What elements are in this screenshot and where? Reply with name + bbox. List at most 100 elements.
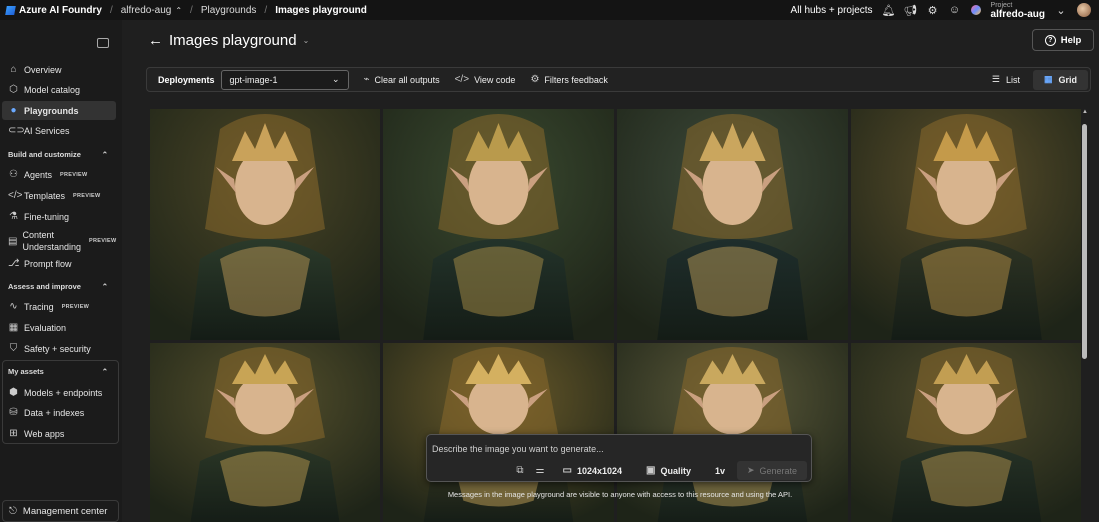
sidebar-item-overview[interactable]: ⌂ Overview <box>2 60 116 79</box>
sidebar-item-tracing[interactable]: ∿ Tracing PREVIEW <box>2 297 116 316</box>
section-assess-improve[interactable]: Assess and improve ⌃ <box>8 282 108 291</box>
scroll-up-icon[interactable]: ▲ <box>1082 109 1088 115</box>
generated-image[interactable] <box>383 109 614 340</box>
sidebar-item-label: Tracing <box>24 301 54 312</box>
chevron-down-icon[interactable]: ⌄ <box>1055 4 1067 17</box>
sidebar-collapse-icon[interactable] <box>97 38 109 48</box>
generated-image[interactable] <box>150 343 380 522</box>
avatar[interactable] <box>1077 3 1091 17</box>
sidebar-item-fine-tuning[interactable]: ⚗ Fine-tuning <box>2 207 116 226</box>
scroll-thumb[interactable] <box>1082 124 1087 359</box>
sidebar-item-safety[interactable]: ⛉ Safety + security <box>2 339 116 358</box>
size-selector[interactable]: ▭ 1024x1024 <box>563 465 623 476</box>
app-name: Azure AI Foundry <box>19 4 102 16</box>
clear-outputs-label: Clear all outputs <box>374 74 440 85</box>
list-label: List <box>1005 74 1020 85</box>
quality-label: Quality <box>660 465 691 476</box>
breadcrumb-playgrounds[interactable]: Playgrounds <box>201 5 257 16</box>
chevron-updown-icon: ⌃ <box>175 5 183 15</box>
webapp-icon: ⊞ <box>9 428 18 439</box>
top-right-controls: All hubs + projects 🔔︎ 📢︎ ⚙ ☺ Project al… <box>791 1 1099 20</box>
azure-logo-icon <box>5 5 16 15</box>
view-code-button[interactable]: </> View code <box>455 74 516 85</box>
gallery-scrollbar[interactable]: ▲ <box>1081 109 1089 522</box>
app-logo[interactable]: Azure AI Foundry <box>0 5 102 16</box>
code-icon: </> <box>8 190 23 201</box>
list-icon: ☰ <box>991 74 1000 84</box>
sidebar: ⌂ Overview ⬡ Model catalog ● Playgrounds… <box>0 20 122 522</box>
gear-icon[interactable]: ⚙ <box>927 4 939 17</box>
generated-image[interactable] <box>617 109 848 340</box>
generated-image[interactable] <box>150 109 380 340</box>
breadcrumb-separator: / <box>109 4 113 16</box>
project-name: alfredo-aug <box>990 9 1045 20</box>
view-toggle: ☰ List ▦ Grid <box>981 69 1088 90</box>
megaphone-icon[interactable]: 📢︎ <box>904 4 918 17</box>
sidebar-item-label: Overview <box>24 64 62 75</box>
sidebar-item-label: Evaluation <box>24 322 67 333</box>
generated-image[interactable] <box>851 343 1081 522</box>
sidebar-item-label: Safety + security <box>24 343 91 354</box>
toolbar: Deployments gpt-image-1 ⌄ ⌁ Clear all ou… <box>146 67 1091 92</box>
section-my-assets[interactable]: My assets ⌃ <box>8 367 108 376</box>
sidebar-item-label: Prompt flow <box>24 258 72 269</box>
settings-sliders-icon[interactable]: ⚌ <box>536 465 545 476</box>
copilot-icon[interactable] <box>970 5 981 15</box>
sidebar-item-label: Templates <box>24 190 66 201</box>
models-icon: ⬢ <box>9 387 18 398</box>
flow-icon: ⎇ <box>8 258 20 269</box>
breadcrumb-current: Images playground <box>275 4 367 16</box>
all-hubs-link[interactable]: All hubs + projects <box>791 5 873 16</box>
page-title-text: Images playground <box>169 32 297 49</box>
sidebar-item-models-endpoints[interactable]: ⬢ Models + endpoints <box>2 383 116 402</box>
sidebar-item-prompt-flow[interactable]: ⎇ Prompt flow <box>2 254 116 273</box>
quality-selector[interactable]: ▣ Quality <box>646 465 691 476</box>
bell-icon[interactable]: 🔔︎ <box>882 4 896 17</box>
image-edit-icon[interactable]: ⧉ <box>516 465 523 476</box>
grid-view-button[interactable]: ▦ Grid <box>1032 69 1088 90</box>
sidebar-item-web-apps[interactable]: ⊞ Web apps <box>2 424 116 443</box>
management-center-button[interactable]: ⎋ Management center <box>2 500 119 522</box>
section-build-customize[interactable]: Build and customize ⌃ <box>8 150 108 159</box>
sidebar-item-agents[interactable]: ⚇ Agents PREVIEW <box>2 165 116 184</box>
sidebar-item-model-catalog[interactable]: ⬡ Model catalog <box>2 80 116 99</box>
breadcrumb-separator: / <box>190 4 193 16</box>
chevron-down-icon[interactable]: ⌄ <box>303 36 310 45</box>
project-selector[interactable]: Project alfredo-aug <box>990 1 1045 20</box>
generated-image[interactable] <box>851 109 1081 340</box>
sidebar-item-label: Web apps <box>24 428 65 439</box>
filters-feedback-button[interactable]: ⚙ Filters feedback <box>530 74 608 85</box>
sidebar-item-playgrounds[interactable]: ● Playgrounds <box>2 101 116 120</box>
breadcrumb-project-label: alfredo-aug <box>120 4 172 16</box>
database-icon: ⛁ <box>9 407 18 418</box>
chevron-down-icon: ⌄ <box>331 74 340 84</box>
size-value: 1024x1024 <box>576 465 623 476</box>
link-icon: ⊂⊃ <box>8 125 25 136</box>
send-icon: ➤ <box>746 465 755 475</box>
smiley-icon[interactable]: ☺ <box>949 4 961 16</box>
shield-icon: ⛉ <box>9 343 18 354</box>
broom-icon: ⌁ <box>363 74 370 85</box>
count-value: 1v <box>714 465 725 476</box>
count-selector[interactable]: 1v <box>715 466 725 476</box>
sidebar-item-templates[interactable]: </> Templates PREVIEW <box>2 186 116 205</box>
sidebar-item-evaluation[interactable]: ▦ Evaluation <box>2 318 116 337</box>
back-arrow-icon[interactable]: ← <box>148 32 163 49</box>
sidebar-item-data-indexes[interactable]: ⛁ Data + indexes <box>2 403 116 422</box>
clear-outputs-button[interactable]: ⌁ Clear all outputs <box>364 74 440 85</box>
preview-badge: PREVIEW <box>61 303 90 310</box>
generate-button[interactable]: ➤ Generate <box>737 461 807 480</box>
deployment-select[interactable]: gpt-image-1 ⌄ <box>220 69 349 90</box>
prompt-input[interactable]: Describe the image you want to generate.… <box>432 444 604 454</box>
breadcrumb-project[interactable]: alfredo-aug ⌃ <box>121 5 182 16</box>
sidebar-item-label: Agents <box>24 169 53 180</box>
list-view-button[interactable]: ☰ List <box>981 70 1031 90</box>
grid-icon: ▦ <box>1043 74 1053 84</box>
prompt-box: Describe the image you want to generate.… <box>426 434 812 482</box>
sidebar-item-content-understanding[interactable]: ▤ Content Understanding PREVIEW <box>2 228 116 254</box>
prompt-controls: ⧉ ⚌ ▭ 1024x1024 ▣ Quality 1v ➤ Generate <box>516 461 807 480</box>
sidebar-item-ai-services[interactable]: ⊂⊃ AI Services <box>2 121 116 140</box>
help-button[interactable]: ? Help <box>1032 29 1094 51</box>
sidebar-item-label: Content Understanding <box>22 230 81 252</box>
generate-label: Generate <box>759 465 798 476</box>
